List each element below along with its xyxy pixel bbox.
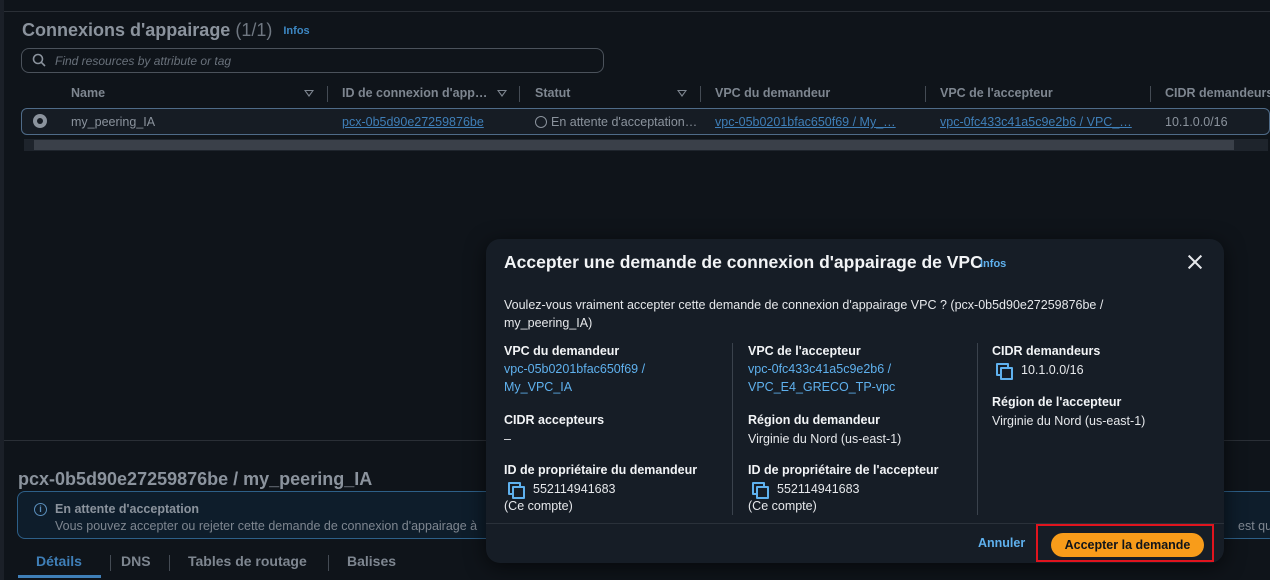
sort-icon[interactable] [304,90,314,97]
accepter-owner-label: ID de propriétaire de l'accepteur [748,463,939,477]
requester-cidr-value: 10.1.0.0/16 [1021,363,1084,377]
col-header-requester-cidr[interactable]: CIDR demandeurs [1165,86,1270,100]
clock-icon [535,116,547,128]
copy-icon[interactable] [996,363,1013,380]
requester-vpc-link-line1[interactable]: vpc-05b0201bfac650f69 / [504,360,645,378]
panel-title-text: Connexions d'appairage [22,20,231,40]
accepter-region-label: Région de l'accepteur [992,395,1122,409]
panel-count: (1/1) [235,20,273,40]
details-title: pcx-0b5d90e27259876be / my_peering_IA [18,469,373,489]
col-header-id[interactable]: ID de connexion d'app… [342,86,487,100]
col-header-accepter-vpc[interactable]: VPC de l'accepteur [940,86,1053,100]
alert-description: Vous pouvez accepter ou rejeter cette de… [55,519,478,533]
requester-vpc-link-line2[interactable]: My_VPC_IA [504,378,572,396]
accept-peering-modal: Accepter une demande de connexion d'appa… [486,239,1224,563]
col-divider[interactable] [519,86,520,102]
horizontal-scrollbar[interactable] [24,139,1268,151]
alert-description-tail: est qu'ell [1238,519,1270,533]
requester-owner-id: 552114941683 [533,482,616,496]
search-placeholder: Find resources by attribute or tag [55,54,232,68]
col-divider[interactable] [327,86,328,102]
highlight-box [1036,524,1214,562]
accepter-region-value: Virginie du Nord (us-east-1) [992,414,1146,428]
tab-tags[interactable]: Balises [347,553,396,569]
modal-infos-link[interactable]: Infos [980,258,1006,270]
accepter-vpc-label: VPC de l'accepteur [748,344,861,358]
table-header: Name ID de connexion d'app… Statut VPC d… [22,82,1270,106]
col-header-requester-vpc[interactable]: VPC du demandeur [715,86,830,100]
requester-owner-label: ID de propriétaire du demandeur [504,463,698,477]
cell-status: En attente d'acceptation… [535,115,705,129]
col-divider[interactable] [1150,86,1151,102]
search-icon [32,53,46,67]
panel-infos-link[interactable]: Infos [283,25,309,37]
tab-divider [110,555,111,571]
col-divider[interactable] [925,86,926,102]
close-icon[interactable] [1186,253,1204,271]
col-divider[interactable] [700,86,701,102]
sort-icon[interactable] [497,90,507,97]
active-tab-indicator [18,575,101,578]
tab-route-tables[interactable]: Tables de routage [188,553,307,569]
accepter-cidr-label: CIDR accepteurs [504,413,605,427]
table-row[interactable]: my_peering_IA pcx-0b5d90e27259876be En a… [21,108,1270,135]
copy-icon[interactable] [752,482,769,499]
modal-title: Accepter une demande de connexion d'appa… [504,252,983,272]
row-radio-selected[interactable] [33,114,47,128]
cell-accepter-vpc-link[interactable]: vpc-0fc433c41a5c9e2b6 / VPC_… [940,115,1140,129]
col-header-status[interactable]: Statut [535,86,570,100]
alert-title: En attente d'acceptation [55,502,199,516]
tab-divider [328,555,329,571]
requester-cidr-label: CIDR demandeurs [992,344,1101,358]
info-icon: i [34,503,47,516]
requester-vpc-label: VPC du demandeur [504,344,620,358]
cell-requester-vpc-link[interactable]: vpc-05b0201bfac650f69 / My_… [715,115,915,129]
column-divider [732,343,733,515]
tab-divider [169,555,170,571]
column-divider [977,343,978,515]
cell-peering-id-link[interactable]: pcx-0b5d90e27259876be [342,115,484,129]
left-nav-edge [0,0,4,580]
accepter-cidr-value: – [504,432,511,446]
sort-icon[interactable] [677,90,687,97]
search-input[interactable]: Find resources by attribute or tag [21,48,604,73]
cell-requester-cidr: 10.1.0.0/16 [1165,115,1228,129]
requester-owner-note: (Ce compte) [504,499,573,513]
col-header-name[interactable]: Name [71,86,105,100]
tab-dns[interactable]: DNS [121,553,151,569]
cancel-button[interactable]: Annuler [978,536,1025,550]
tab-details[interactable]: Détails [36,553,82,569]
requester-region-value: Virginie du Nord (us-east-1) [748,432,902,446]
accepter-vpc-link-line1[interactable]: vpc-0fc433c41a5c9e2b6 / [748,360,891,378]
modal-question: Voulez-vous vraiment accepter cette dema… [504,298,1104,330]
copy-icon[interactable] [508,482,525,499]
scrollbar-thumb[interactable] [34,140,1234,150]
accepter-owner-note: (Ce compte) [748,499,817,513]
panel-title: Connexions d'appairage (1/1) Infos [22,20,310,41]
status-text: En attente d'acceptation… [551,115,698,129]
accepter-owner-id: 552114941683 [777,482,860,496]
top-strip [0,0,1270,12]
accepter-vpc-link-line2[interactable]: VPC_E4_GRECO_TP-vpc [748,378,895,396]
requester-region-label: Région du demandeur [748,413,880,427]
cell-name: my_peering_IA [71,115,156,129]
